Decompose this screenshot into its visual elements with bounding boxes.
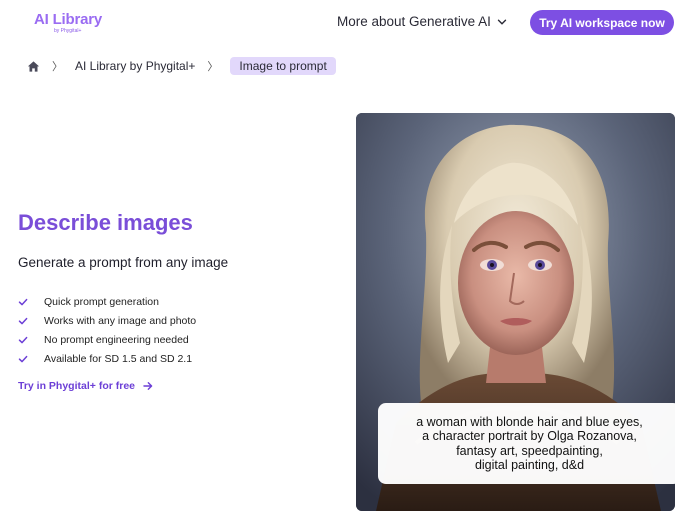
feature-item: Works with any image and photo: [18, 311, 196, 330]
caption-line: a woman with blonde hair and blue eyes,: [416, 414, 643, 429]
generated-prompt-caption: a woman with blonde hair and blue eyes, …: [378, 403, 681, 484]
page-subtitle: Generate a prompt from any image: [18, 255, 229, 270]
feature-label: Quick prompt generation: [44, 295, 159, 308]
feature-item: No prompt engineering needed: [18, 330, 196, 349]
check-icon: [18, 335, 28, 345]
breadcrumb-separator: 〉: [52, 61, 63, 73]
caption-line: fantasy art, speedpainting,: [456, 443, 603, 458]
feature-label: Works with any image and photo: [44, 314, 197, 327]
breadcrumb-separator: 〉: [207, 61, 219, 73]
feature-label: Available for SD 1.5 and SD 2.1: [44, 352, 193, 365]
chevron-down-icon: [497, 19, 507, 25]
breadcrumb-ai-library[interactable]: AI Library by Phygital+: [75, 59, 195, 73]
try-in-phygital-link[interactable]: Try in Phygital+ for free: [18, 380, 153, 392]
header: AI Library by Phygital+ More about Gener…: [0, 0, 700, 46]
logo-title: AI Library: [34, 11, 103, 28]
try-link-label: Try in Phygital+ for free: [18, 380, 135, 392]
logo[interactable]: AI Library by Phygital+: [34, 11, 103, 35]
feature-label: No prompt engineering needed: [44, 333, 189, 346]
caption-line: a character portrait by Olga Rozanova,: [422, 429, 637, 443]
breadcrumb-current: Image to prompt: [230, 57, 336, 75]
arrow-right-icon: [143, 382, 153, 390]
check-icon: [18, 316, 28, 326]
feature-item: Quick prompt generation: [18, 292, 196, 311]
feature-item: Available for SD 1.5 and SD 2.1: [18, 349, 196, 368]
feature-list: Quick prompt generation Works with any i…: [18, 292, 196, 368]
page-title: Describe images: [18, 210, 193, 235]
nav-more-dropdown[interactable]: More about Generative AI: [337, 14, 507, 29]
try-ai-workspace-button[interactable]: Try AI workspace now: [530, 10, 674, 35]
check-icon: [18, 297, 28, 307]
breadcrumb: 〉 AI Library by Phygital+ 〉 Image to pro…: [27, 57, 336, 75]
nav-more-label: More about Generative AI: [337, 14, 491, 29]
caption-text: a woman with blonde hair and blue eyes, …: [390, 415, 670, 473]
check-icon: [18, 354, 28, 364]
caption-line: digital painting, d&d: [474, 458, 585, 472]
logo-subtitle: by Phygital+: [54, 28, 82, 34]
home-icon[interactable]: [27, 60, 40, 73]
